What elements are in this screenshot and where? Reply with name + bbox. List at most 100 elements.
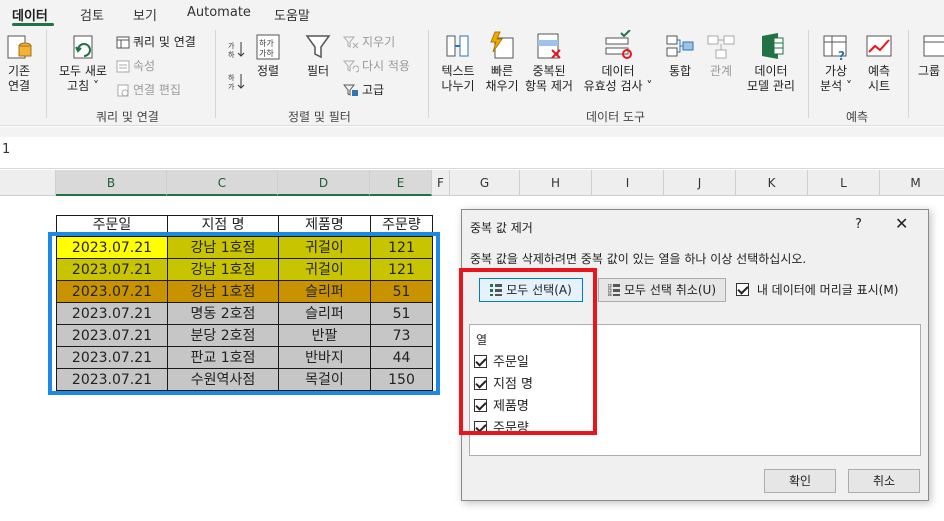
data-validation-label-2: 유효성 검사 ˅	[583, 79, 653, 93]
flash-fill-label-2: 채우기	[485, 79, 519, 93]
consolidate-icon	[666, 35, 694, 57]
consolidate-label: 통합	[668, 64, 692, 78]
dialog-instruction: 중복 값을 삭제하려면 중복 값이 있는 열을 하나 이상 선택하십시오.	[470, 252, 807, 266]
queries-icon	[116, 36, 130, 49]
group-label-sort-filter: 정렬 및 필터	[288, 110, 351, 124]
advanced-label: 고급	[362, 83, 385, 97]
column-header-d[interactable]: D	[278, 170, 370, 196]
text-to-columns-button[interactable]: 텍스트 나누기	[436, 30, 480, 94]
filter-icon	[305, 35, 331, 59]
what-if-label-2: 분석 ˅	[820, 79, 852, 93]
manage-data-model-button[interactable]: 데이터 모델 관리	[742, 30, 800, 94]
relationships-label: 관계	[709, 64, 733, 78]
existing-connections-button[interactable]: 기존 연결	[2, 30, 36, 94]
properties-button[interactable]: 속성	[116, 59, 155, 74]
clear-filter-button[interactable]: 지우기	[342, 35, 396, 50]
unselect-all-button[interactable]: 모두 선택 취소(U)	[598, 278, 726, 302]
column-header-k[interactable]: K	[736, 170, 808, 196]
existing-connections-label-2: 연결	[7, 79, 31, 93]
remove-duplicates-button[interactable]: 중복된 항목 제거	[523, 30, 575, 94]
formula-bar[interactable]	[0, 137, 944, 169]
what-if-icon: ?	[823, 35, 847, 62]
sort-ascending-button[interactable]: 가하	[228, 40, 249, 59]
what-if-label-1: 가상	[824, 64, 848, 78]
column-header-b[interactable]: B	[56, 170, 167, 196]
svg-text:가: 가	[228, 82, 235, 90]
group-outline-button[interactable]: 그룹	[918, 30, 944, 79]
svg-text:?: ?	[838, 49, 845, 62]
existing-connections-label-1: 기존	[7, 64, 31, 78]
column-header-l[interactable]: L	[808, 170, 880, 196]
queries-connections-label: 쿼리 및 연결	[133, 35, 196, 49]
group-label-forecast: 예측	[846, 110, 869, 124]
properties-label: 속성	[133, 59, 156, 73]
reapply-button[interactable]: 다시 적용	[342, 59, 410, 74]
selection-highlight-frame	[48, 232, 440, 395]
group-label-data-tools: 데이터 도구	[586, 110, 646, 124]
ribbon-separator	[215, 30, 216, 118]
flash-fill-icon	[490, 31, 514, 59]
text-to-columns-label-2: 나누기	[441, 79, 475, 93]
clear-filter-icon	[342, 36, 359, 49]
relationships-button[interactable]: 관계	[703, 30, 739, 79]
tab-view[interactable]: 보기	[133, 5, 157, 24]
svg-text:하가: 하가	[259, 38, 274, 48]
data-model-label-2: 모델 관리	[747, 79, 795, 93]
sort-label: 정렬	[256, 64, 280, 78]
cancel-button[interactable]: 취소	[848, 469, 920, 493]
ok-button[interactable]: 확인	[764, 469, 836, 493]
unselect-all-label: 모두 선택 취소(U)	[623, 283, 717, 297]
column-header-c[interactable]: C	[167, 170, 278, 196]
tab-review[interactable]: 검토	[80, 5, 104, 24]
unselect-all-icon	[607, 283, 620, 297]
tab-data[interactable]: 데이터	[12, 5, 48, 24]
data-validation-icon	[605, 30, 632, 59]
text-to-columns-icon	[446, 35, 469, 57]
queries-connections-button[interactable]: 쿼리 및 연결	[116, 35, 196, 50]
column-header-m[interactable]: M	[880, 170, 944, 196]
edit-links-button[interactable]: 연결 편집	[116, 83, 181, 98]
select-all-corner[interactable]	[0, 170, 56, 196]
has-headers-checkbox[interactable]: 내 데이터에 머리글 표시(M)	[736, 281, 898, 298]
data-model-icon	[762, 33, 784, 59]
column-header-i[interactable]: I	[592, 170, 664, 196]
close-icon[interactable]: ✕	[895, 214, 908, 233]
column-header-f[interactable]: F	[432, 170, 450, 196]
reapply-label: 다시 적용	[362, 59, 410, 73]
forecast-label-1: 예측	[867, 64, 891, 78]
ribbon-separator	[908, 30, 909, 118]
relationships-icon	[707, 35, 735, 59]
column-header-h[interactable]: H	[520, 170, 592, 196]
group-icon	[923, 35, 944, 57]
data-validation-label-1: 데이터	[601, 64, 635, 78]
help-button[interactable]: ?	[855, 217, 862, 232]
svg-text:하: 하	[228, 73, 235, 82]
column-header-g[interactable]: G	[450, 170, 520, 196]
clear-label: 지우기	[362, 35, 396, 49]
consolidate-button[interactable]: 통합	[662, 30, 698, 79]
refresh-all-button[interactable]: 모두 새로 고침 ˅	[52, 30, 114, 94]
data-validation-button[interactable]: 데이터 유효성 검사 ˅	[580, 30, 656, 94]
sort-button[interactable]: 하가 가하 정렬	[251, 32, 285, 79]
sort-descending-button[interactable]: 하가	[228, 72, 249, 91]
what-if-analysis-button[interactable]: ? 가상 분석 ˅	[814, 30, 858, 94]
dialog-title: 중복 값 제거	[470, 221, 533, 235]
filter-button[interactable]: 필터	[300, 32, 336, 79]
group-label: 그룹	[918, 64, 941, 78]
sort-descending-icon: 하가	[228, 73, 245, 91]
column-header-e[interactable]: E	[370, 170, 432, 196]
has-headers-label: 내 데이터에 머리글 표시(M)	[756, 283, 899, 297]
forecast-sheet-button[interactable]: 예측 시트	[860, 30, 898, 94]
tab-help[interactable]: 도움말	[274, 5, 310, 24]
flash-fill-button[interactable]: 빠른 채우기	[482, 30, 522, 94]
remove-duplicates-icon	[537, 33, 561, 59]
tab-automate[interactable]: Automate	[187, 5, 251, 20]
remove-duplicates-label-1: 중복된	[532, 64, 566, 78]
ribbon-separator	[808, 30, 809, 118]
text-to-columns-label-1: 텍스트	[441, 64, 475, 78]
formula-bar-value: 1	[2, 142, 11, 157]
column-header-j[interactable]: J	[664, 170, 736, 196]
forecast-icon	[866, 35, 892, 57]
advanced-filter-button[interactable]: 고급	[342, 83, 385, 98]
has-headers-check-icon	[736, 283, 749, 296]
